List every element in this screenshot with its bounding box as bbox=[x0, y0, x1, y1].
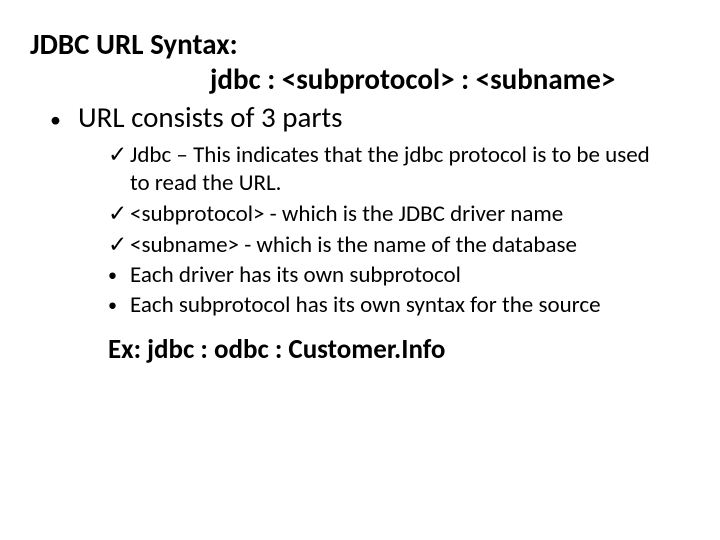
check-icon: ✓ bbox=[108, 140, 130, 168]
sub-item-text: Each subprotocol has its own syntax for … bbox=[130, 291, 660, 319]
sub-item: ✓ <subname> - which is the name of the d… bbox=[108, 230, 660, 259]
slide: JDBC URL Syntax: jdbc : <subprotocol> : … bbox=[0, 0, 720, 540]
sub-item: ✓ Jdbc – This indicates that the jdbc pr… bbox=[108, 140, 660, 197]
sub-item-text: Each driver has its own subprotocol bbox=[130, 261, 660, 289]
check-icon: ✓ bbox=[108, 199, 130, 227]
main-bullet-text: URL consists of 3 parts bbox=[78, 101, 343, 134]
main-bullet-row: • URL consists of 3 parts bbox=[30, 101, 690, 134]
sub-item-text: Jdbc – This indicates that the jdbc prot… bbox=[130, 141, 660, 197]
example-line: Ex: jdbc : odbc : Customer.Info bbox=[30, 333, 690, 366]
sub-item: • Each driver has its own subprotocol bbox=[108, 261, 660, 289]
sub-item-text: <subname> - which is the name of the dat… bbox=[130, 231, 660, 259]
sub-item: • Each subprotocol has its own syntax fo… bbox=[108, 291, 660, 319]
sub-item: ✓ <subprotocol> - which is the JDBC driv… bbox=[108, 199, 660, 228]
bullet-icon: • bbox=[50, 107, 78, 132]
sub-item-text: <subprotocol> - which is the JDBC driver… bbox=[130, 200, 660, 228]
sub-list: ✓ Jdbc – This indicates that the jdbc pr… bbox=[30, 140, 690, 319]
bullet-icon: • bbox=[108, 296, 130, 314]
syntax-line: jdbc : <subprotocol> : <subname> bbox=[30, 63, 690, 96]
check-icon: ✓ bbox=[108, 230, 130, 258]
slide-title: JDBC URL Syntax: bbox=[30, 28, 690, 61]
bullet-icon: • bbox=[108, 266, 130, 284]
